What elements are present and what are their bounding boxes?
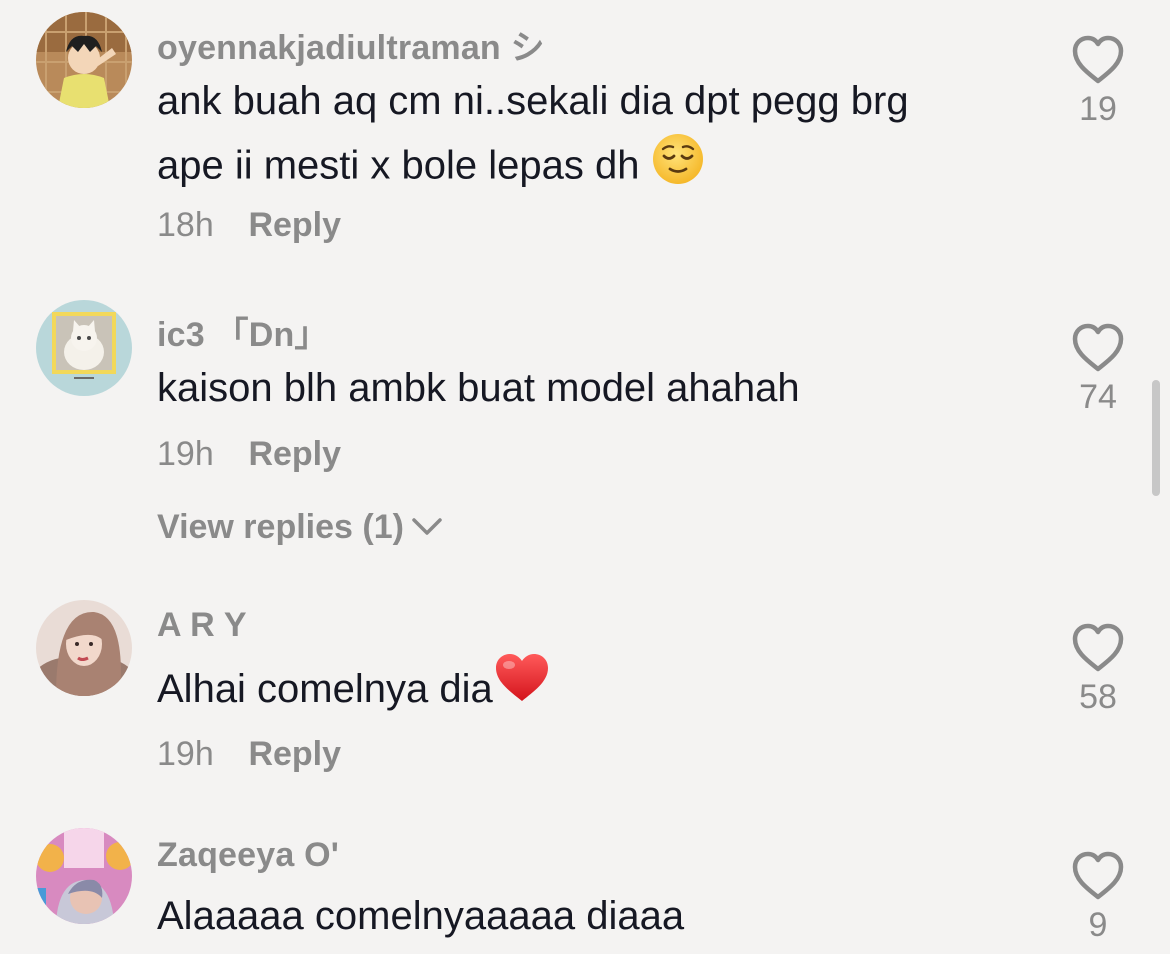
like-button[interactable]: 19 <box>1060 34 1136 129</box>
reply-button[interactable]: Reply <box>248 735 341 773</box>
scrollbar[interactable] <box>1152 380 1160 496</box>
reply-button[interactable]: Reply <box>248 206 341 244</box>
comment-text-line: ape ii mesti x bole lepas dh <box>157 132 1017 204</box>
comment-meta: 19h Reply <box>157 435 341 474</box>
like-count: 19 <box>1079 90 1117 128</box>
avatar[interactable] <box>36 828 132 924</box>
view-replies-label: View replies (1) <box>157 508 404 546</box>
avatar[interactable] <box>36 12 132 108</box>
like-count: 58 <box>1079 678 1117 716</box>
comment-time: 18h <box>157 206 214 244</box>
comment-time: 19h <box>157 735 214 773</box>
comment-time: 19h <box>157 435 214 473</box>
comment-text-line-2: ape ii mesti x bole lepas dh <box>157 143 651 188</box>
comment-meta: 19h Reply <box>157 735 341 774</box>
like-button[interactable]: 9 <box>1060 850 1136 945</box>
relieved-face-emoji-icon <box>651 132 705 204</box>
comment-text: ank buah aq cm ni..sekali dia dpt pegg b… <box>157 70 1017 204</box>
comment-text-body: Alhai comelnya dia <box>157 667 493 711</box>
comment-username[interactable]: ic3 「Dn」 <box>157 307 329 356</box>
comment-username[interactable]: Zaqeeya O' <box>157 836 339 875</box>
comment-username[interactable]: oyennakjadiultraman シ <box>157 20 545 69</box>
heart-outline-icon <box>1072 323 1124 372</box>
heart-outline-icon <box>1072 851 1124 900</box>
comment-text: kaison blh ambk buat model ahahah <box>157 366 800 410</box>
like-count: 9 <box>1088 906 1108 944</box>
red-heart-emoji-icon <box>493 651 551 723</box>
view-replies-button[interactable]: View replies (1) <box>157 508 444 547</box>
comment-username[interactable]: A R Y <box>157 606 247 645</box>
comment-text-line: ank buah aq cm ni..sekali dia dpt pegg b… <box>157 79 909 123</box>
heart-outline-icon <box>1072 35 1124 84</box>
like-count: 74 <box>1079 378 1117 416</box>
comment-text: Alhai comelnya dia <box>157 654 1017 723</box>
chevron-down-icon <box>412 518 442 535</box>
avatar[interactable] <box>36 600 132 696</box>
comment-meta: 18h Reply <box>157 206 341 245</box>
avatar[interactable] <box>36 300 132 396</box>
heart-outline-icon <box>1072 623 1124 672</box>
like-button[interactable]: 58 <box>1060 622 1136 717</box>
reply-button[interactable]: Reply <box>248 435 341 473</box>
like-button[interactable]: 74 <box>1060 322 1136 417</box>
comment-text: Alaaaaa comelnyaaaaa diaaa <box>157 894 685 938</box>
